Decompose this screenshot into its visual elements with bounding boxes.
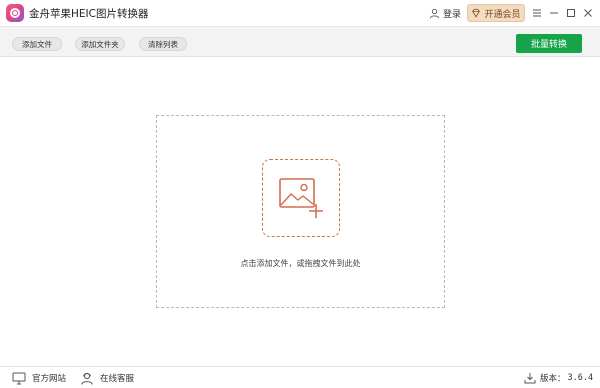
toolbar: 添加文件 添加文件夹 清除列表 批量转换	[0, 26, 600, 57]
online-service-label: 在线客服	[100, 374, 135, 384]
online-service-link[interactable]: 在线客服	[80, 371, 134, 385]
official-website-link[interactable]: 官方网站	[12, 371, 66, 385]
add-image-icon	[279, 178, 323, 218]
add-folder-button[interactable]: 添加文件夹	[75, 37, 125, 51]
version-label: 版本：	[540, 374, 566, 384]
vip-label: 开通会员	[484, 9, 521, 20]
add-image-button[interactable]	[262, 159, 340, 237]
minimize-button[interactable]	[547, 6, 561, 20]
monitor-icon	[12, 372, 26, 384]
menu-button[interactable]	[530, 6, 544, 20]
clear-list-button[interactable]: 清除列表	[139, 37, 187, 51]
minimize-icon	[550, 12, 558, 14]
version-number: 3.6.4	[567, 373, 594, 383]
title-bar: 金舟苹果HEIC图片转换器 登录 开通会员	[0, 0, 600, 26]
drop-hint: 点击添加文件，或拖拽文件到此处	[240, 259, 361, 268]
official-website-label: 官方网站	[32, 374, 67, 384]
download-icon	[524, 373, 536, 384]
login-button[interactable]: 登录	[429, 6, 461, 20]
menu-icon	[533, 9, 541, 17]
app-title: 金舟苹果HEIC图片转换器	[29, 8, 149, 20]
drop-zone[interactable]: 点击添加文件，或拖拽文件到此处	[156, 115, 445, 308]
version-info: 版本： 3.6.4	[524, 371, 593, 385]
add-file-button[interactable]: 添加文件	[12, 37, 62, 51]
close-button[interactable]	[581, 6, 595, 20]
vip-button[interactable]: 开通会员	[467, 4, 525, 22]
user-icon	[429, 8, 440, 18]
maximize-icon	[567, 9, 575, 17]
app-logo-icon	[6, 4, 24, 22]
maximize-button[interactable]	[564, 6, 578, 20]
batch-convert-button[interactable]: 批量转换	[516, 34, 582, 53]
file-list-area: 点击添加文件，或拖拽文件到此处	[0, 57, 600, 366]
support-agent-icon	[81, 372, 93, 385]
login-label: 登录	[443, 9, 462, 20]
close-icon	[584, 9, 592, 17]
diamond-icon	[472, 8, 481, 18]
status-bar: 官方网站 在线客服 版本： 3.6.4	[0, 366, 600, 388]
